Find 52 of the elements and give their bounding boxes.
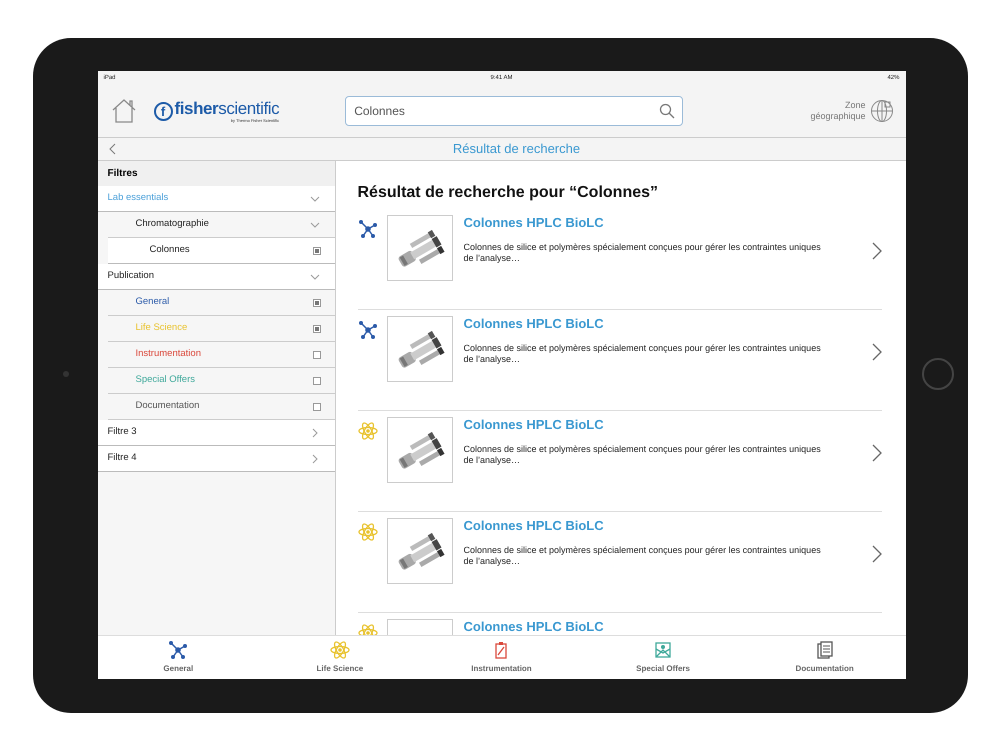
tab-item[interactable]: Life Science: [280, 640, 400, 675]
search-field[interactable]: Colonnes: [345, 96, 684, 126]
checkbox[interactable]: [312, 298, 320, 306]
result-description: Colonnes de silice et polymères spécialement conçues pour gérer les contraintes uniques de l’analyse…: [464, 242, 822, 264]
result-row[interactable]: Colonnes HPLC BioLC Colonnes de silice et polymères spécialement conçues pour gérer les contraintes uniques de l’analyse…: [358, 310, 882, 411]
back-icon[interactable]: [108, 143, 116, 155]
zone-label[interactable]: Zone géographique: [810, 100, 866, 122]
documents-icon: [814, 640, 835, 660]
tab-item[interactable]: Special Offers: [603, 640, 724, 675]
result-title[interactable]: Colonnes HPLC BioLC: [464, 215, 872, 231]
camera-icon: [62, 370, 68, 376]
result-title[interactable]: Colonnes HPLC BioLC: [464, 316, 872, 332]
envelope-icon: [653, 640, 674, 660]
checkbox[interactable]: [312, 350, 320, 358]
logo-mark: f: [154, 102, 172, 120]
filter-row[interactable]: Colonnes: [108, 238, 334, 264]
checkbox[interactable]: [312, 376, 320, 384]
page-title: Résultat de recherche: [452, 140, 580, 158]
result-description: Colonnes de silice et polymères spécialement conçues pour gérer les contraintes uniques de l’analyse…: [464, 444, 822, 466]
result-row[interactable]: Colonnes HPLC BioLC Colonnes de silice et polymères spécialement conçues pour gérer les contraintes uniques de l’analyse…: [358, 411, 882, 512]
chevron-right-icon[interactable]: [872, 545, 882, 563]
result-title[interactable]: Colonnes HPLC BioLC: [464, 518, 872, 534]
tab-item[interactable]: General: [118, 640, 238, 675]
molecule-icon: [168, 640, 188, 660]
result-description: Colonnes de silice et polymères spécialement conçues pour gérer les contraintes uniques de l’analyse…: [464, 545, 822, 567]
tab-item[interactable]: Documentation: [764, 640, 885, 675]
result-row[interactable]: Colonnes HPLC BioLC Colonnes de silice et polymères spécialement conçues pour gérer les contraintes uniques de l’analyse…: [358, 512, 882, 613]
filter-row[interactable]: Filtre 3: [98, 420, 334, 446]
filter-row[interactable]: Publication: [98, 264, 334, 290]
result-description: Colonnes de silice et polymères spécialement conçues pour gérer les contraintes uniques de l’analyse…: [464, 343, 822, 365]
filter-row[interactable]: Filtre 4: [98, 446, 334, 472]
molecule-icon: [358, 219, 378, 239]
filter-row[interactable]: Lab essentials: [98, 186, 334, 212]
atom-icon: [358, 522, 378, 542]
molecule-icon: [358, 320, 378, 340]
atom-icon: [358, 421, 378, 441]
logo-wordmark: fisherscientific: [174, 100, 280, 118]
atom-icon: [330, 640, 350, 660]
tab-item[interactable]: Instrumentation: [441, 640, 562, 675]
chevron-right-icon[interactable]: [872, 242, 882, 260]
result-row[interactable]: Colonnes HPLC BioLC Colonnes de silice et polymères spécialement conçues pour gérer les contraintes uniques de l’analyse…: [358, 209, 882, 310]
globe-icon[interactable]: [870, 99, 894, 123]
checkbox[interactable]: [312, 402, 320, 410]
checkbox[interactable]: [312, 246, 320, 254]
chevron-right-icon[interactable]: [872, 444, 882, 462]
filters-title: Filtres: [98, 161, 334, 186]
chevron-right-icon[interactable]: [872, 343, 882, 361]
result-title[interactable]: Colonnes HPLC BioLC: [464, 417, 872, 433]
search-icon[interactable]: [659, 103, 676, 119]
results-heading: Résultat de recherche pour “Colonnes”: [358, 183, 660, 203]
checkbox[interactable]: [312, 324, 320, 332]
result-title[interactable]: Colonnes HPLC BioLC: [464, 619, 882, 635]
